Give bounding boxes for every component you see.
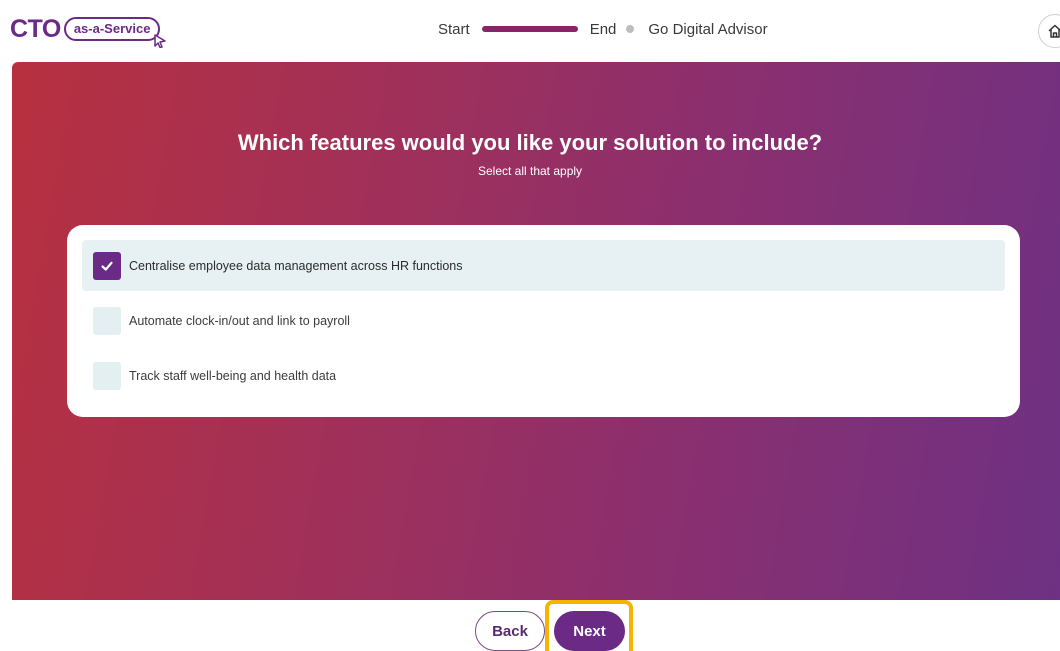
progress-bar bbox=[481, 26, 578, 32]
home-button[interactable] bbox=[1038, 14, 1060, 48]
option-track-staff-well-being[interactable]: Track staff well-being and health data bbox=[82, 350, 1005, 401]
question-panel: Which features would you like your solut… bbox=[12, 62, 1060, 600]
option-automate-clock-in-out[interactable]: Automate clock-in/out and link to payrol… bbox=[82, 295, 1005, 346]
option-checkbox[interactable] bbox=[93, 361, 121, 390]
page: CTO as-a-Service Start End Go Digital Ad… bbox=[0, 0, 1060, 651]
option-checkbox[interactable] bbox=[93, 251, 121, 280]
footer-navigation: Back Next bbox=[0, 600, 1060, 651]
logo-as-a-service-text: as-a-Service bbox=[73, 21, 151, 36]
brand-label: Go Digital Advisor bbox=[648, 20, 768, 38]
option-label: Centralise employee data management acro… bbox=[129, 258, 463, 273]
option-checkbox[interactable] bbox=[93, 306, 121, 335]
option-label: Track staff well-being and health data bbox=[129, 368, 337, 383]
option-centralise-employee-data[interactable]: Centralise employee data management acro… bbox=[82, 240, 1005, 291]
back-button[interactable]: Back bbox=[475, 611, 545, 651]
header: CTO as-a-Service Start End Go Digital Ad… bbox=[0, 0, 1060, 62]
progress-indicator: Start End Go Digital Advisor bbox=[438, 18, 768, 40]
logo[interactable]: CTO as-a-Service bbox=[10, 12, 167, 48]
options-card: Centralise employee data management acro… bbox=[67, 225, 1020, 417]
progress-start-label: Start bbox=[438, 20, 470, 38]
logo-as-a-service-pill: as-a-Service bbox=[63, 17, 167, 48]
question-subtitle: Select all that apply bbox=[477, 164, 583, 178]
progress-separator-dot bbox=[626, 25, 635, 33]
next-button[interactable]: Next bbox=[554, 611, 625, 651]
logo-cto-text: CTO bbox=[10, 14, 61, 43]
progress-end-label: End bbox=[589, 20, 617, 38]
question-title: Which features would you like your solut… bbox=[237, 130, 823, 155]
home-icon bbox=[1048, 24, 1060, 38]
checkmark-icon bbox=[101, 261, 113, 271]
cursor-icon bbox=[154, 34, 167, 48]
option-label: Automate clock-in/out and link to payrol… bbox=[129, 313, 350, 328]
